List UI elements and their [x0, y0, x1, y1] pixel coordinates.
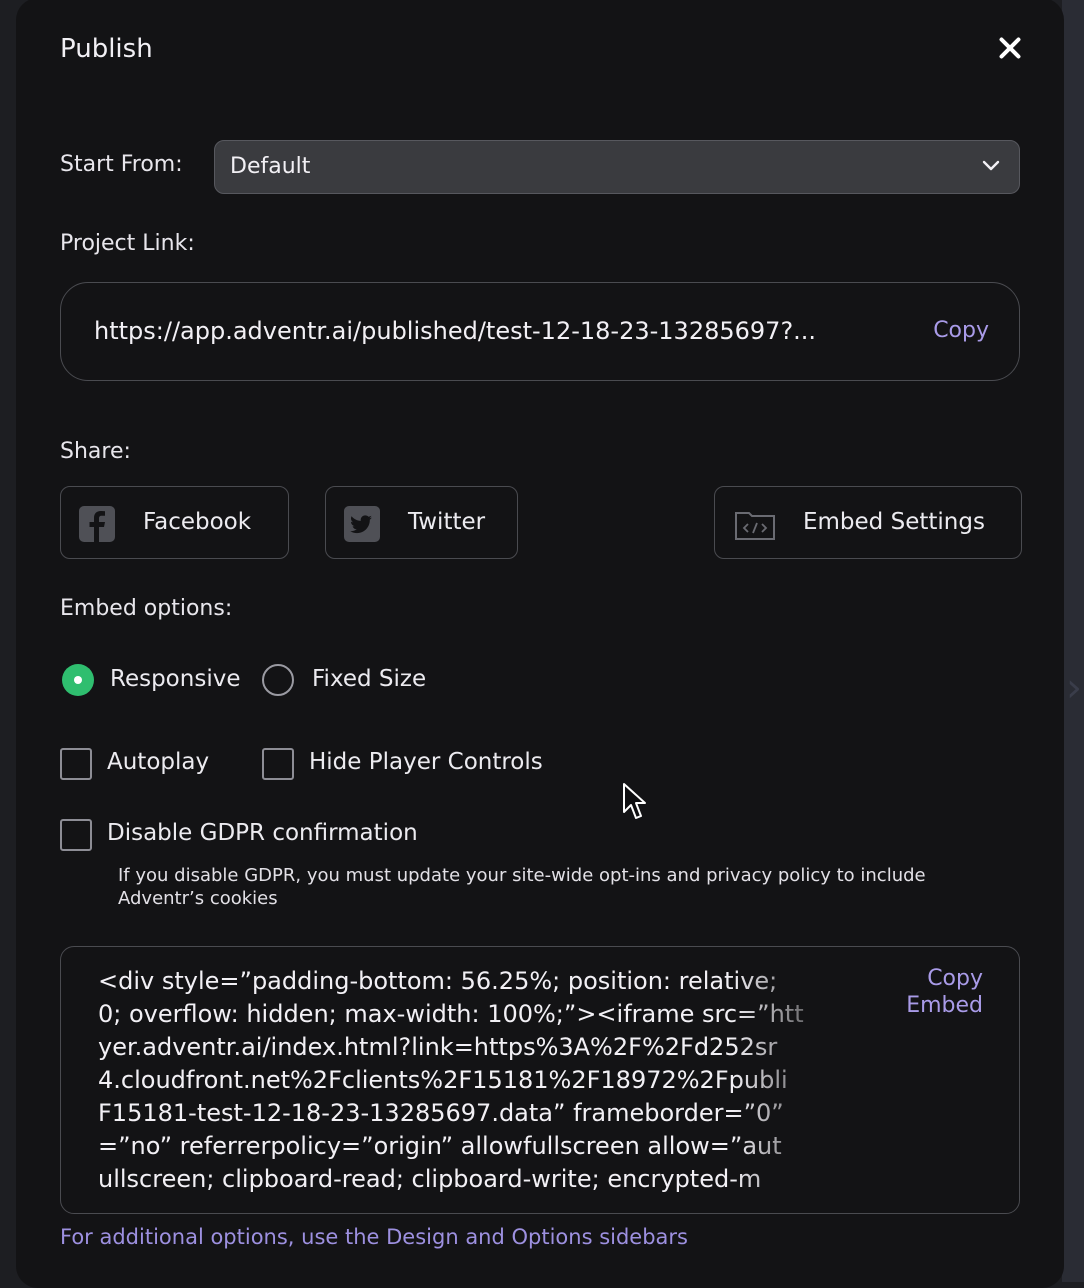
autoplay-checkbox[interactable] — [60, 748, 92, 780]
background-panel-edge — [1062, 0, 1084, 1282]
chevron-right-icon: › — [1066, 665, 1082, 711]
facebook-share-button[interactable]: Facebook — [60, 486, 289, 559]
disable-gdpr-label: Disable GDPR confirmation — [107, 820, 418, 846]
gdpr-note: If you disable GDPR, you must update you… — [118, 865, 926, 909]
fixed-size-label: Fixed Size — [312, 666, 427, 692]
hide-player-controls-label: Hide Player Controls — [309, 749, 543, 775]
share-label: Share: — [60, 439, 131, 464]
mouse-cursor-icon — [623, 783, 646, 819]
responsive-label: Responsive — [110, 666, 241, 692]
publish-dialog: Publish Start From: Default Project Link… — [16, 0, 1064, 1288]
disable-gdpr-checkbox[interactable] — [60, 819, 92, 851]
copy-link-button[interactable]: Copy — [933, 318, 989, 343]
chevron-down-icon — [982, 160, 1000, 171]
project-link-url[interactable]: https://app.adventr.ai/published/test-12… — [94, 317, 862, 345]
copy-embed-label-line1: Copy — [927, 966, 983, 991]
dialog-title: Publish — [60, 34, 153, 64]
facebook-icon — [79, 506, 115, 542]
hide-player-controls-checkbox[interactable] — [262, 748, 294, 780]
twitter-icon — [344, 506, 380, 542]
start-from-select[interactable]: Default — [214, 140, 1020, 194]
start-from-label: Start From: — [60, 152, 183, 177]
twitter-share-button[interactable]: Twitter — [325, 486, 518, 559]
facebook-label: Facebook — [143, 509, 252, 535]
code-folder-icon — [735, 512, 775, 540]
copy-embed-button[interactable]: Copy Embed — [883, 965, 983, 1019]
copy-embed-label-line2: Embed — [906, 993, 983, 1018]
twitter-label: Twitter — [408, 509, 486, 535]
code-fade-overlay — [733, 947, 903, 1213]
project-link-box: https://app.adventr.ai/published/test-12… — [60, 282, 1020, 381]
start-from-value: Default — [230, 154, 311, 179]
embed-code-box[interactable]: <div style=”padding-bottom: 56.25%; posi… — [60, 946, 1020, 1214]
project-link-label: Project Link: — [60, 231, 195, 256]
fixed-size-radio[interactable] — [262, 664, 294, 696]
embed-settings-button[interactable]: Embed Settings — [714, 486, 1022, 559]
embed-options-label: Embed options: — [60, 596, 233, 621]
autoplay-label: Autoplay — [107, 749, 210, 775]
responsive-radio[interactable] — [62, 664, 94, 696]
embed-settings-label: Embed Settings — [803, 509, 985, 535]
close-icon[interactable] — [998, 36, 1022, 60]
footer-hint: For additional options, use the Design a… — [60, 1225, 689, 1249]
